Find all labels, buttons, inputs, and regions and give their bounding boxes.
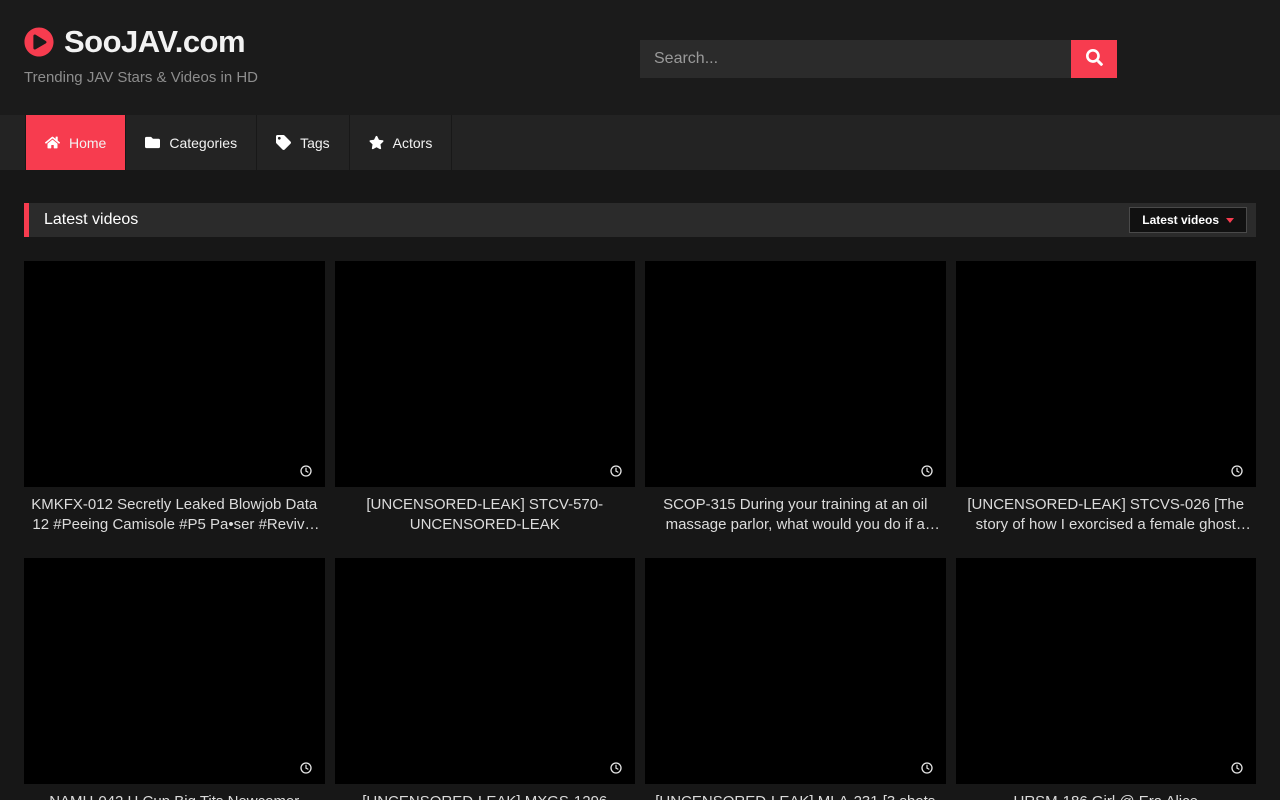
search-button[interactable] [1071,40,1117,78]
section-header: Latest videos Latest videos [24,203,1256,237]
video-thumbnail[interactable] [645,261,946,487]
video-card: [UNCENSORED-LEAK] STCVS-026 [The story o… [956,261,1257,535]
section-title: Latest videos [44,211,138,229]
video-title[interactable]: SCOP-315 During your training at an oil … [645,495,946,535]
nav-item-home[interactable]: Home [25,115,126,170]
video-card: SCOP-315 During your training at an oil … [645,261,946,535]
star-icon [369,135,384,150]
video-title[interactable]: [UNCENSORED-LEAK] STCV-570-UNCENSORED-LE… [335,495,636,535]
video-title[interactable]: NAMH-042 H Cup Big Tits Newcomer (170cm … [24,792,325,800]
search-bar [640,40,1117,78]
video-card: [UNCENSORED-LEAK] STCV-570-UNCENSORED-LE… [335,261,636,535]
nav-list: Home Categories Tags Actors [0,115,1280,170]
main-content: Latest videos Latest videos KMKFX-012 Se… [0,170,1280,800]
video-thumbnail[interactable] [645,558,946,784]
video-card: KMKFX-012 Secretly Leaked Blowjob Data 1… [24,261,325,535]
video-thumbnail[interactable] [335,261,636,487]
video-thumbnail[interactable] [335,558,636,784]
video-grid: KMKFX-012 Secretly Leaked Blowjob Data 1… [24,261,1256,800]
clock-icon [300,762,312,774]
sort-dropdown-button[interactable]: Latest videos [1129,207,1247,233]
video-title[interactable]: URSM-186 Girl @ Era Alice [956,792,1257,800]
search-icon [1086,49,1103,69]
search-input[interactable] [640,40,1071,78]
site-title: SooJAV.com [64,24,245,60]
play-circle-icon [24,27,54,57]
video-title[interactable]: [UNCENSORED-LEAK] MLA-231 [3 shots in [645,792,946,800]
site-header: SooJAV.com Trending JAV Stars & Videos i… [0,0,1280,115]
clock-icon [921,762,933,774]
clock-icon [610,465,622,477]
video-card: URSM-186 Girl @ Era Alice [956,558,1257,800]
video-thumbnail[interactable] [24,261,325,487]
video-thumbnail[interactable] [956,261,1257,487]
video-title[interactable]: [UNCENSORED-LEAK] MXGS-1296 Absolutely [335,792,636,800]
nav-item-tags[interactable]: Tags [257,115,350,170]
nav-item-actors[interactable]: Actors [350,115,453,170]
nav-item-categories[interactable]: Categories [126,115,257,170]
clock-icon [1231,762,1243,774]
tag-icon [276,135,291,150]
page: SooJAV.com Trending JAV Stars & Videos i… [0,0,1280,800]
caret-down-icon [1226,218,1234,223]
site-logo[interactable]: SooJAV.com [24,24,245,60]
sort-dropdown-label: Latest videos [1142,213,1219,227]
clock-icon [921,465,933,477]
video-title[interactable]: [UNCENSORED-LEAK] STCVS-026 [The story o… [956,495,1257,535]
clock-icon [1231,465,1243,477]
clock-icon [610,762,622,774]
home-icon [45,135,60,150]
clock-icon [300,465,312,477]
video-card: [UNCENSORED-LEAK] MLA-231 [3 shots in [645,558,946,800]
folder-icon [145,135,160,150]
video-thumbnail[interactable] [24,558,325,784]
main-nav: Home Categories Tags Actors [0,115,1280,170]
video-thumbnail[interactable] [956,558,1257,784]
video-card: [UNCENSORED-LEAK] MXGS-1296 Absolutely [335,558,636,800]
video-card: NAMH-042 H Cup Big Tits Newcomer (170cm … [24,558,325,800]
video-title[interactable]: KMKFX-012 Secretly Leaked Blowjob Data 1… [24,495,325,535]
